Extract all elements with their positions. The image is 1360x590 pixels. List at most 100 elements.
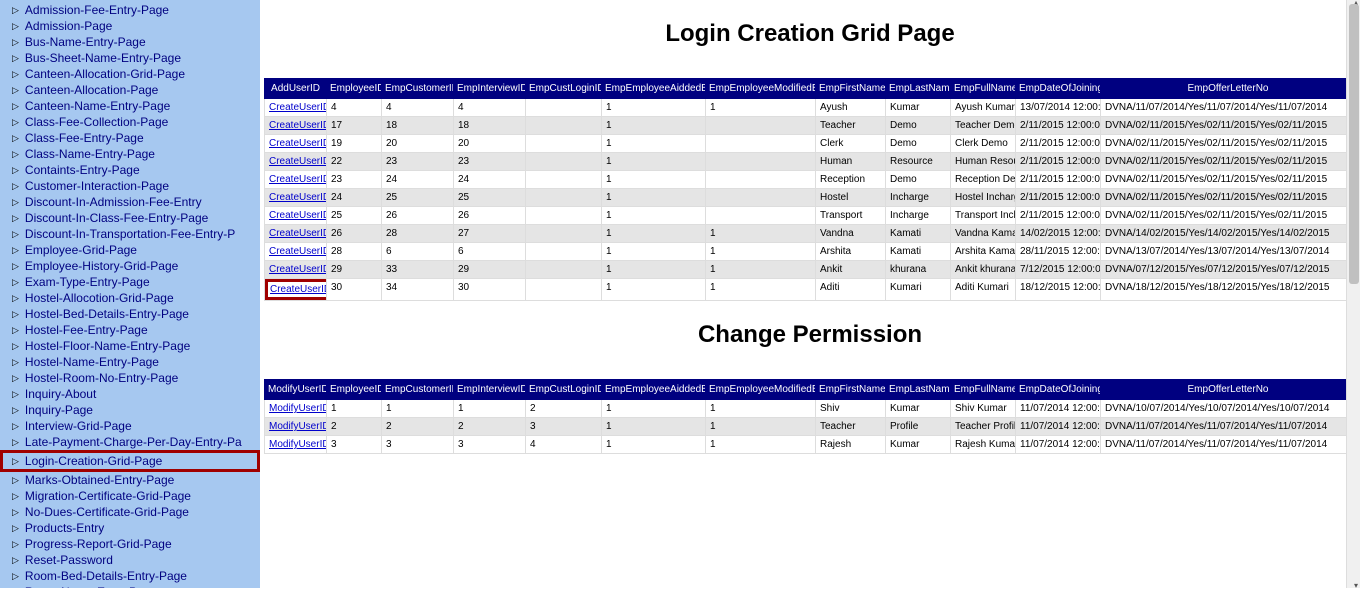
- tree-expand-icon[interactable]: ▷: [12, 569, 19, 583]
- sidebar-item-discount-in-transportation-fee-entry-p[interactable]: ▷Discount-In-Transportation-Fee-Entry-P: [0, 226, 260, 242]
- tree-expand-icon[interactable]: ▷: [12, 419, 19, 433]
- sidebar-item-discount-in-class-fee-entry-page[interactable]: ▷Discount-In-Class-Fee-Entry-Page: [0, 210, 260, 226]
- createuserid-link[interactable]: CreateUserID: [270, 284, 327, 295]
- sidebar-item-bus-sheet-name-entry-page[interactable]: ▷Bus-Sheet-Name-Entry-Page: [0, 50, 260, 66]
- tree-expand-icon[interactable]: ▷: [12, 243, 19, 257]
- sidebar-item-products-entry[interactable]: ▷Products-Entry: [0, 520, 260, 536]
- tree-expand-icon[interactable]: ▷: [12, 473, 19, 487]
- tree-expand-icon[interactable]: ▷: [12, 179, 19, 193]
- tree-expand-icon[interactable]: ▷: [12, 355, 19, 369]
- tree-expand-icon[interactable]: ▷: [12, 19, 19, 33]
- createuserid-link[interactable]: CreateUserID: [269, 120, 327, 131]
- sidebar-item-hostel-allocotion-grid-page[interactable]: ▷Hostel-Allocotion-Grid-Page: [0, 290, 260, 306]
- tree-expand-icon[interactable]: ▷: [12, 307, 19, 321]
- tree-expand-icon[interactable]: ▷: [12, 51, 19, 65]
- sidebar-item-no-dues-certificate-grid-page[interactable]: ▷No-Dues-Certificate-Grid-Page: [0, 504, 260, 520]
- sidebar-item-exam-type-entry-page[interactable]: ▷Exam-Type-Entry-Page: [0, 274, 260, 290]
- tree-expand-icon[interactable]: ▷: [12, 211, 19, 225]
- tree-expand-icon[interactable]: ▷: [12, 195, 19, 209]
- sidebar-item-label: Customer-Interaction-Page: [25, 179, 169, 193]
- tree-expand-icon[interactable]: ▷: [12, 115, 19, 129]
- tree-expand-icon[interactable]: ▷: [12, 371, 19, 385]
- sidebar-item-canteen-allocation-page[interactable]: ▷Canteen-Allocation-Page: [0, 82, 260, 98]
- sidebar-item-discount-in-admission-fee-entry[interactable]: ▷Discount-In-Admission-Fee-Entry: [0, 194, 260, 210]
- sidebar-item-class-name-entry-page[interactable]: ▷Class-Name-Entry-Page: [0, 146, 260, 162]
- tree-expand-icon[interactable]: ▷: [12, 67, 19, 81]
- cell: Aditi Kumari: [951, 279, 1016, 301]
- sidebar-item-inquiry-page[interactable]: ▷Inquiry-Page: [0, 402, 260, 418]
- sidebar-item-marks-obtained-entry-page[interactable]: ▷Marks-Obtained-Entry-Page: [0, 472, 260, 488]
- modifyuserid-link[interactable]: ModifyUserID: [269, 403, 327, 414]
- tree-expand-icon[interactable]: ▷: [12, 553, 19, 567]
- createuserid-link[interactable]: CreateUserID: [269, 174, 327, 185]
- sidebar-item-employee-history-grid-page[interactable]: ▷Employee-History-Grid-Page: [0, 258, 260, 274]
- sidebar-item-label: Class-Fee-Entry-Page: [25, 131, 144, 145]
- tree-expand-icon[interactable]: ▷: [12, 505, 19, 519]
- tree-expand-icon[interactable]: ▷: [12, 259, 19, 273]
- sidebar-item-hostel-fee-entry-page[interactable]: ▷Hostel-Fee-Entry-Page: [0, 322, 260, 338]
- createuserid-link[interactable]: CreateUserID: [269, 246, 327, 257]
- scroll-down-icon[interactable]: ▾: [1354, 581, 1358, 590]
- sidebar-item-hostel-name-entry-page[interactable]: ▷Hostel-Name-Entry-Page: [0, 354, 260, 370]
- tree-expand-icon[interactable]: ▷: [12, 83, 19, 97]
- sidebar-item-room-bed-details-entry-page[interactable]: ▷ Room-Bed-Details-Entry-Page: [0, 568, 260, 584]
- createuserid-link[interactable]: CreateUserID: [269, 102, 327, 113]
- sidebar-item-progress-report-grid-page[interactable]: ▷Progress-Report-Grid-Page: [0, 536, 260, 552]
- tree-expand-icon[interactable]: ▷: [12, 147, 19, 161]
- sidebar-item-login-creation-grid-page[interactable]: ▷Login-Creation-Grid-Page: [0, 450, 260, 472]
- sidebar-item-canteen-allocation-grid-page[interactable]: ▷ Canteen-Allocation-Grid-Page: [0, 66, 260, 82]
- sidebar-item-canteen-name-entry-page[interactable]: ▷Canteen-Name-Entry-Page: [0, 98, 260, 114]
- tree-expand-icon[interactable]: ▷: [12, 323, 19, 337]
- createuserid-link[interactable]: CreateUserID: [269, 192, 327, 203]
- tree-expand-icon[interactable]: ▷: [12, 339, 19, 353]
- tree-expand-icon[interactable]: ▷: [12, 489, 19, 503]
- sidebar-item-employee-grid-page[interactable]: ▷Employee-Grid-Page: [0, 242, 260, 258]
- sidebar-item-late-payment-charge-per-day-entry-pa[interactable]: ▷Late-Payment-Charge-Per-Day-Entry-Pa: [0, 434, 260, 450]
- sidebar-item-label: Canteen-Allocation-Grid-Page: [25, 67, 185, 81]
- sidebar-item-admission-fee-entry-page[interactable]: ▷Admission-Fee-Entry-Page: [0, 2, 260, 18]
- createuserid-link[interactable]: CreateUserID: [269, 210, 327, 221]
- sidebar-item-interview-grid-page[interactable]: ▷Interview-Grid-Page: [0, 418, 260, 434]
- tree-expand-icon[interactable]: ▷: [12, 227, 19, 241]
- sidebar-item-hostel-bed-details-entry-page[interactable]: ▷Hostel-Bed-Details-Entry-Page: [0, 306, 260, 322]
- createuserid-link[interactable]: CreateUserID: [269, 156, 327, 167]
- sidebar-item-class-fee-collection-page[interactable]: ▷Class-Fee-Collection-Page: [0, 114, 260, 130]
- createuserid-link[interactable]: CreateUserID: [269, 228, 327, 239]
- tree-expand-icon[interactable]: ▷: [12, 537, 19, 551]
- tree-expand-icon[interactable]: ▷: [12, 35, 19, 49]
- createuserid-link[interactable]: CreateUserID: [269, 264, 327, 275]
- sidebar-item-migration-certificate-grid-page[interactable]: ▷Migration-Certificate-Grid-Page: [0, 488, 260, 504]
- sidebar-item-customer-interaction-page[interactable]: ▷ Customer-Interaction-Page: [0, 178, 260, 194]
- tree-expand-icon[interactable]: ▷: [12, 521, 19, 535]
- sidebar-item-class-fee-entry-page[interactable]: ▷ Class-Fee-Entry-Page: [0, 130, 260, 146]
- sidebar-item-reset-password[interactable]: ▷Reset-Password: [0, 552, 260, 568]
- tree-expand-icon[interactable]: ▷: [12, 131, 19, 145]
- sidebar-item-hostel-room-no-entry-page[interactable]: ▷Hostel-Room-No-Entry-Page: [0, 370, 260, 386]
- sidebar-item-bus-name-entry-page[interactable]: ▷Bus-Name-Entry-Page: [0, 34, 260, 50]
- modifyuserid-link[interactable]: ModifyUserID: [269, 439, 327, 450]
- cell: 24: [382, 171, 454, 189]
- tree-expand-icon[interactable]: ▷: [12, 99, 19, 113]
- tree-expand-icon[interactable]: ▷: [12, 403, 19, 417]
- sidebar-item-hostel-floor-name-entry-page[interactable]: ▷Hostel-Floor-Name-Entry-Page: [0, 338, 260, 354]
- sidebar-item-label: Room-Bed-Details-Entry-Page: [25, 569, 187, 583]
- tree-expand-icon[interactable]: ▷: [12, 454, 19, 468]
- vertical-scrollbar[interactable]: ▴ ▾: [1346, 0, 1360, 588]
- sidebar-item-containts-entry-page[interactable]: ▷Containts-Entry-Page: [0, 162, 260, 178]
- sidebar-item-admission-page[interactable]: ▷Admission-Page: [0, 18, 260, 34]
- link-cell: CreateUserID: [265, 189, 327, 207]
- tree-expand-icon[interactable]: ▷: [12, 291, 19, 305]
- sidebar-item-route-name-entry-page[interactable]: ▷Route-Name-Entry-Page: [0, 584, 260, 588]
- sidebar-item-inquiry-about[interactable]: ▷Inquiry-About: [0, 386, 260, 402]
- scroll-thumb[interactable]: [1349, 4, 1359, 284]
- createuserid-link[interactable]: CreateUserID: [269, 138, 327, 149]
- tree-expand-icon[interactable]: ▷: [12, 3, 19, 17]
- tree-expand-icon[interactable]: ▷: [12, 163, 19, 177]
- tree-expand-icon[interactable]: ▷: [12, 275, 19, 289]
- cell: Demo: [886, 117, 951, 135]
- tree-expand-icon[interactable]: ▷: [12, 387, 19, 401]
- modifyuserid-link[interactable]: ModifyUserID: [269, 421, 327, 432]
- tree-expand-icon[interactable]: ▷: [12, 435, 19, 449]
- cell: [526, 279, 602, 301]
- cell: 26: [327, 225, 382, 243]
